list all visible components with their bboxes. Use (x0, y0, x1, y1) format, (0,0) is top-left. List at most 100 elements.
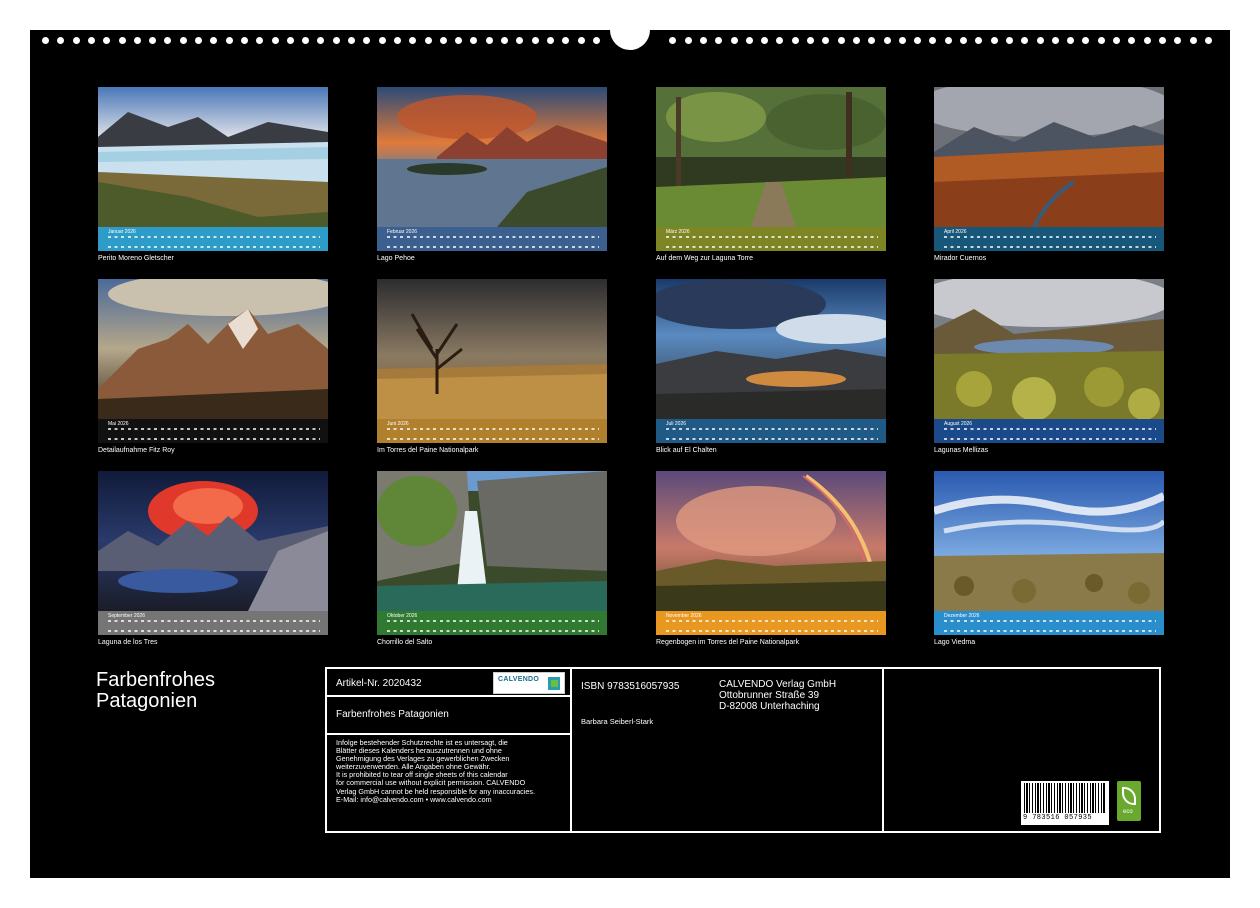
month-photo (934, 87, 1164, 227)
binding-hole (944, 37, 952, 44)
month-caption: Chorrillo del Salto (377, 639, 433, 646)
binding-hole (807, 37, 814, 44)
month-tile-june[interactable]: Juni 2026 Im Torres del Paine Nationalpa… (377, 279, 607, 454)
binding-hole (715, 37, 723, 44)
binding-hole (898, 37, 906, 44)
month-tile-february[interactable]: Februar 2026 Lago Pehoe (377, 87, 607, 262)
calendar-title: Farbenfrohes Patagonien (96, 670, 215, 712)
month-label: Juni 2026 (387, 421, 409, 427)
binding-hole (271, 37, 279, 44)
binding-hole (1097, 37, 1105, 44)
day-grid (666, 428, 878, 440)
binding-hole (776, 37, 784, 44)
month-tile-april[interactable]: April 2026 Mirador Cuernos (934, 87, 1164, 262)
binding-hole (149, 37, 157, 44)
binding-hole (852, 37, 860, 44)
month-calendar-bar: Mai 2026 (98, 419, 328, 443)
binding-hole (1128, 37, 1136, 44)
binding-hole (822, 37, 830, 44)
month-tile-july[interactable]: Juli 2026 Blick auf El Chalten (656, 279, 886, 454)
month-tile-december[interactable]: Dezember 2026 Lago Viedma (934, 471, 1164, 646)
month-label: September 2026 (108, 613, 145, 619)
binding-hole (592, 37, 600, 44)
binding-hole (409, 37, 417, 44)
month-label: Juli 2026 (666, 421, 687, 427)
isbn-barcode: 9 783516 057935 (1021, 781, 1109, 825)
month-label: Januar 2026 (108, 229, 136, 235)
month-photo (377, 87, 607, 227)
month-photo (656, 471, 886, 611)
month-calendar-bar: Dezember 2026 (934, 611, 1164, 635)
binding-hole (868, 37, 876, 44)
binding-hole (1005, 37, 1013, 44)
binding-hole (745, 37, 753, 44)
month-tile-august[interactable]: August 2026 Lagunas Mellizas (934, 279, 1164, 454)
hanger-notch (610, 30, 650, 50)
day-grid (666, 236, 878, 248)
month-photo (377, 279, 607, 419)
legal-notice: Infolge bestehender Schutzrechte ist es … (336, 738, 535, 804)
day-grid (108, 428, 320, 440)
binding-hole (531, 37, 539, 44)
publisher-street: Ottobrunner Straße 39 (719, 690, 820, 701)
binding-hole (424, 37, 432, 44)
binding-hole (470, 37, 478, 44)
binding-hole (240, 37, 248, 44)
binding-hole (42, 37, 49, 44)
binding-hole (378, 37, 386, 44)
binding-hole (210, 37, 218, 44)
month-caption: Im Torres del Paine Nationalpark (377, 447, 479, 454)
leaf-icon (1122, 787, 1136, 805)
month-photo (98, 471, 328, 611)
binding-hole (699, 37, 707, 44)
month-calendar-bar: März 2026 (656, 227, 886, 251)
month-tile-november[interactable]: November 2026 Regenbogen im Torres del P… (656, 471, 886, 646)
month-photo (377, 471, 607, 611)
binding-hole (393, 37, 401, 44)
binding-hole (225, 37, 233, 44)
month-photo (98, 279, 328, 419)
author: Barbara Seiberl-Stark (581, 717, 654, 726)
binding-hole (286, 37, 294, 44)
binding-hole (87, 37, 95, 44)
binding-hole (1021, 37, 1029, 44)
eco-label: eco (1123, 809, 1133, 815)
binding-hole (883, 37, 891, 44)
binding-hole (990, 37, 998, 44)
month-caption: Lago Viedma (934, 639, 976, 646)
day-grid (944, 620, 1156, 632)
barcode-bars (1024, 783, 1106, 813)
month-tile-september[interactable]: September 2026 Laguna de los Tres (98, 471, 328, 646)
month-caption: Regenbogen im Torres del Paine Nationalp… (656, 639, 800, 646)
month-label: Mai 2026 (108, 421, 129, 427)
month-label: Oktober 2026 (387, 613, 418, 619)
binding-hole (1158, 37, 1166, 44)
month-tile-october[interactable]: Oktober 2026 Chorrillo del Salto (377, 471, 607, 646)
day-grid (108, 236, 320, 248)
publisher-info-box: Artikel-Nr. 2020432 CALVENDO Farbenfrohe… (325, 667, 1161, 833)
day-grid (944, 236, 1156, 248)
month-tile-may[interactable]: Mai 2026 Detailaufnahme Fitz Roy (98, 279, 328, 454)
binding-hole (1082, 37, 1090, 44)
article-cell: Artikel-Nr. 2020432 CALVENDO (327, 669, 572, 697)
binding-hole (1189, 37, 1197, 44)
binding-hole (1051, 37, 1059, 44)
month-calendar-bar: Februar 2026 (377, 227, 607, 251)
calvendo-logo-icon (548, 677, 560, 690)
calvendo-logo: CALVENDO (493, 672, 565, 694)
binding-hole (1204, 37, 1212, 44)
publisher-city: D-82008 Unterhaching (719, 701, 820, 712)
binding-hole (164, 37, 172, 44)
month-label: Februar 2026 (387, 229, 418, 235)
title-line-2: Patagonien (96, 690, 198, 712)
month-tile-march[interactable]: März 2026 Auf dem Weg zur Laguna Torre (656, 87, 886, 262)
binding-hole (577, 37, 585, 44)
binding-hole (363, 37, 371, 44)
month-tile-january[interactable]: Januar 2026 Perito Moreno Gletscher (98, 87, 328, 262)
binding-hole (118, 37, 126, 44)
month-caption: Lago Pehoe (377, 255, 415, 262)
binding-hole (302, 37, 310, 44)
binding-hole (684, 37, 692, 44)
publisher-name: CALVENDO Verlag GmbH (719, 679, 837, 690)
binding-hole (914, 37, 922, 44)
